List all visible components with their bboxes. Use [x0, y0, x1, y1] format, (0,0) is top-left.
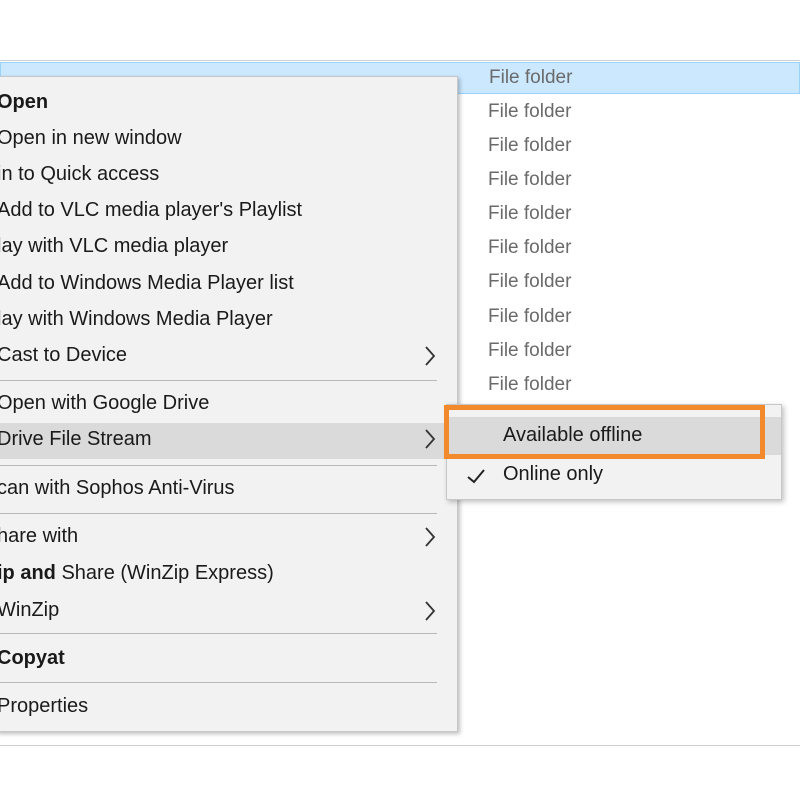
file-type: File folder [488, 340, 572, 361]
menu-item-winzip[interactable]: WinZip [0, 595, 457, 629]
highlight-callout-box [444, 405, 765, 459]
menu-item-zip-and-share[interactable]: ip and Share (WinZip Express) [0, 558, 457, 592]
file-type: File folder [488, 101, 572, 122]
menu-item-add-vlc-playlist[interactable]: Add to VLC media player's Playlist [0, 195, 457, 229]
menu-item-cast-to-device[interactable]: Cast to Device [0, 340, 457, 374]
menu-item-label: lay with Windows Media Player [0, 308, 273, 330]
menu-separator [0, 380, 437, 381]
file-type: File folder [488, 237, 572, 258]
chevron-right-icon [425, 601, 436, 621]
submenu-item-label: Online only [503, 463, 604, 485]
menu-item-label: Drive File Stream [0, 428, 152, 450]
menu-item-open-google-drive[interactable]: Open with Google Drive [0, 388, 457, 422]
menu-item-open[interactable]: Open [0, 87, 457, 121]
chevron-right-icon [425, 527, 436, 547]
menu-item-label: lay with VLC media player [0, 235, 229, 257]
menu-item-play-vlc[interactable]: lay with VLC media player [0, 231, 457, 265]
menu-item-label: Add to VLC media player's Playlist [0, 199, 303, 221]
menu-item-properties[interactable]: Properties [0, 691, 457, 725]
menu-item-label: can with Sophos Anti-Virus [0, 477, 235, 499]
menu-item-scan-sophos[interactable]: can with Sophos Anti-Virus [0, 473, 457, 507]
file-type: File folder [488, 374, 572, 395]
menu-item-label-rest: Share (WinZip Express) [55, 562, 274, 584]
checkmark-icon [467, 469, 485, 484]
file-type: File folder [488, 135, 572, 156]
menu-item-label: Open [0, 91, 49, 113]
menu-item-label: Cast to Device [0, 344, 128, 366]
menu-item-label: hare with [0, 525, 79, 547]
menu-item-label: Properties [0, 695, 89, 717]
menu-item-pin-quick-access[interactable]: in to Quick access [0, 159, 457, 193]
menu-item-label: in to Quick access [0, 163, 160, 185]
menu-item-label: Open in new window [0, 127, 182, 149]
menu-item-label: WinZip [0, 599, 60, 621]
menu-separator [0, 513, 437, 514]
menu-item-play-wmp[interactable]: lay with Windows Media Player [0, 304, 457, 338]
file-type: File folder [489, 67, 573, 88]
file-type: File folder [488, 169, 572, 190]
menu-item-label: Add to Windows Media Player list [0, 272, 294, 294]
menu-separator [0, 633, 437, 634]
menu-separator [0, 682, 437, 683]
file-type: File folder [488, 271, 572, 292]
menu-item-label: Open with Google Drive [0, 392, 210, 414]
menu-item-label-bold: ip and [0, 562, 56, 584]
file-type: File folder [488, 306, 572, 327]
menu-separator [0, 465, 437, 466]
menu-item-label: Copyat [0, 647, 65, 669]
chevron-right-icon [425, 346, 436, 366]
file-type: File folder [488, 203, 572, 224]
context-menu: Open Open in new window in to Quick acce… [0, 76, 458, 732]
menu-item-drive-file-stream[interactable]: Drive File Stream [0, 423, 457, 459]
menu-item-copy[interactable]: Copyat [0, 643, 457, 677]
chevron-right-icon [425, 429, 436, 449]
submenu-item-online-only[interactable]: Online only [447, 457, 781, 495]
menu-item-share-with[interactable]: hare with [0, 521, 457, 555]
menu-item-add-wmp-list[interactable]: Add to Windows Media Player list [0, 268, 457, 302]
menu-item-open-new-window[interactable]: Open in new window [0, 123, 457, 157]
menu-item-label: ip and Share (WinZip Express) [0, 562, 274, 585]
